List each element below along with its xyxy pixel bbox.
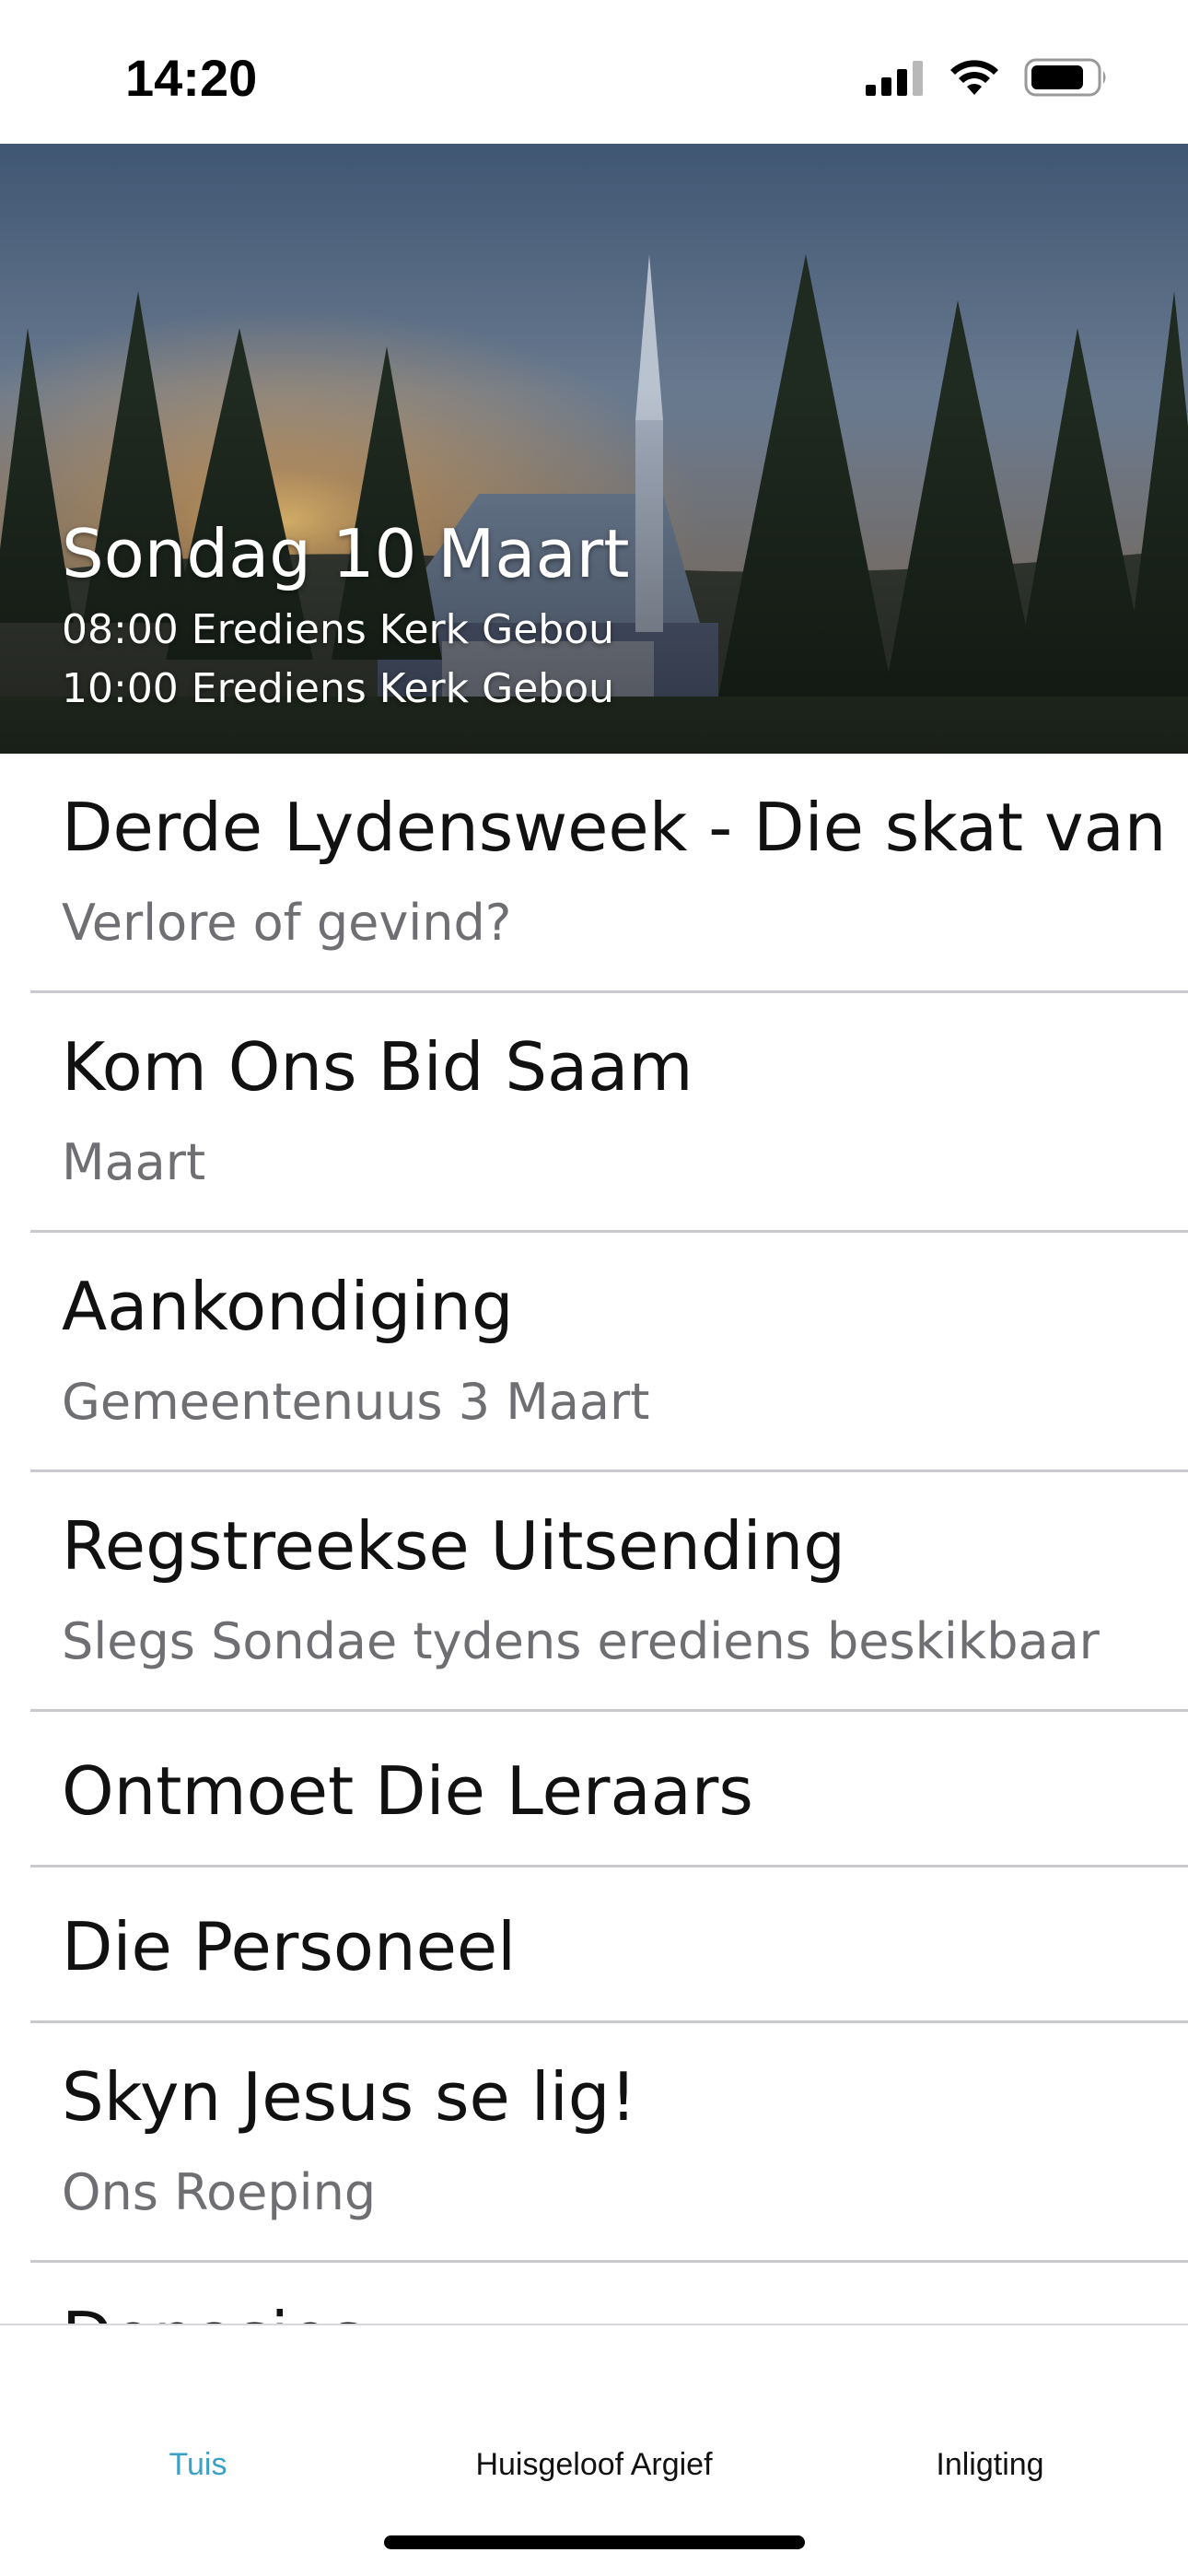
list-item-subtitle: Maart <box>62 1133 206 1191</box>
screen: 14:20 Sondag 10 Maart 08:00 Erediens Ker… <box>0 0 1188 2576</box>
list-item-die-personeel[interactable]: Die Personeel <box>30 1868 1188 2023</box>
list-item-kom-ons-bid-saam[interactable]: Kom Ons Bid Saam Maart <box>30 993 1188 1233</box>
tab-inligting[interactable]: Inligting <box>792 2447 1188 2483</box>
list-item-aankondiging[interactable]: Aankondiging Gemeentenuus 3 Maart <box>30 1233 1188 1472</box>
list-item-regstreekse-uitsending[interactable]: Regstreekse Uitsending Slegs Sondae tyde… <box>30 1472 1188 1712</box>
wifi-icon <box>950 60 998 95</box>
list-item-title: Die Personeel <box>62 1908 517 1985</box>
list-item-skyn-jesus-se-lig[interactable]: Skyn Jesus se lig! Ons Roeping <box>30 2023 1188 2263</box>
list-item-ontmoet-die-leraars[interactable]: Ontmoet Die Leraars <box>30 1712 1188 1868</box>
list-item-title: Ontmoet Die Leraars <box>62 1752 753 1830</box>
list-item-title: Regstreekse Uitsending <box>62 1507 845 1585</box>
status-bar: 14:20 <box>0 0 1188 144</box>
list-item-title: Skyn Jesus se lig! <box>62 2058 637 2136</box>
cellular-signal-icon <box>866 61 923 96</box>
list-item-subtitle: Slegs Sondae tydens erediens beskikbaar <box>62 1612 1100 1670</box>
hero-title: Sondag 10 Maart <box>62 515 630 592</box>
hero-text: Sondag 10 Maart 08:00 Erediens Kerk Gebo… <box>62 512 630 719</box>
list-item-derde-lydensweek[interactable]: Derde Lydensweek - Die skat van die Verl… <box>30 754 1188 993</box>
hero-banner[interactable]: Sondag 10 Maart 08:00 Erediens Kerk Gebo… <box>0 144 1188 754</box>
tab-huisgeloof-argief[interactable]: Huisgeloof Argief <box>396 2447 792 2483</box>
tab-tuis[interactable]: Tuis <box>0 2447 396 2483</box>
home-indicator[interactable] <box>384 2535 805 2549</box>
service-time-2: 10:00 Erediens Kerk Gebou <box>62 665 614 712</box>
status-time: 14:20 <box>125 49 258 107</box>
list-item-title: Kom Ons Bid Saam <box>62 1028 693 1106</box>
list-item-title: Derde Lydensweek - Die skat van die <box>62 789 1188 866</box>
list-item-title: Donasies <box>62 2298 365 2324</box>
list-item-subtitle: Gemeentenuus 3 Maart <box>62 1373 650 1431</box>
list-item-subtitle: Ons Roeping <box>62 2163 377 2221</box>
list-item-subtitle: Verlore of gevind? <box>62 894 512 952</box>
service-time-1: 08:00 Erediens Kerk Gebou <box>62 606 614 653</box>
status-icons <box>866 57 1109 98</box>
content-list: Derde Lydensweek - Die skat van die Verl… <box>0 754 1188 2324</box>
list-item-donasies[interactable]: Donasies <box>30 2263 1188 2324</box>
battery-icon <box>1024 58 1106 97</box>
list-item-title: Aankondiging <box>62 1268 514 1345</box>
